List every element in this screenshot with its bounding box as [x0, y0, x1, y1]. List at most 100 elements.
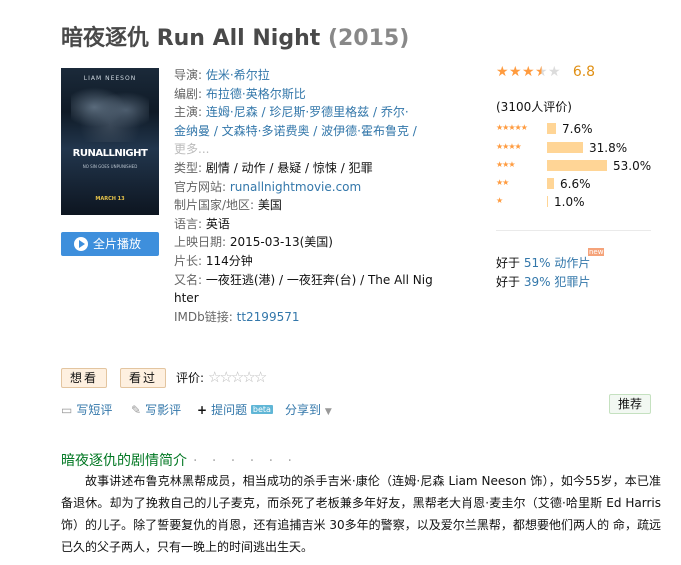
mini-stars-icon: ★★: [496, 178, 509, 187]
play-icon: [74, 237, 88, 251]
release-value: 2015-03-13(美国): [229, 235, 333, 250]
language-value: 英语: [205, 216, 230, 231]
synopsis-heading: 暗夜逐仇的剧情简介 · · · · · ·: [61, 450, 297, 470]
star-icon: ★: [522, 63, 535, 80]
director-label: 导演:: [174, 68, 203, 82]
better-than-row: 好于 39% 犯罪片: [496, 273, 590, 290]
rating-dist-row: ★★★★ 31.8%: [496, 141, 656, 155]
synopsis-title: 暗夜逐仇的剧情简介: [61, 453, 187, 469]
votes-count: (3100人评价): [496, 100, 572, 114]
movie-poster[interactable]: LIAM NEESON RUNALLNIGHT NO SIN GOES UNPU…: [61, 68, 159, 215]
rating-percent: 53.0%: [613, 159, 652, 173]
rating-dist-row: ★★ 6.6%: [496, 177, 656, 191]
pencil-icon: ✎: [131, 403, 142, 417]
rating-dist-row: ★★★ 53.0%: [496, 159, 656, 173]
runtime-value: 114分钟: [205, 253, 253, 268]
title-cn: 暗夜逐仇: [61, 26, 150, 51]
rate-star-2[interactable]: ☆: [219, 368, 233, 386]
rating-bar: [547, 123, 556, 134]
website-label: 官方网站:: [174, 179, 227, 194]
cast-label: 主演:: [174, 105, 203, 120]
poster-actor: LIAM NEESON: [83, 75, 137, 82]
recommend-button[interactable]: 推荐: [609, 394, 651, 414]
plus-icon: +: [197, 403, 208, 417]
rating-percent: 31.8%: [589, 141, 628, 155]
play-full-button[interactable]: 全片播放: [61, 232, 159, 256]
movie-info: 导演: 佐米·希尔拉 编剧: 布拉德·英格尔斯比 主演: 连姆·尼森 / 珍尼斯…: [174, 66, 433, 326]
votes-link[interactable]: (3100人评价): [496, 98, 572, 115]
poster-tagline: NO SIN GOES UNPUNISHED: [82, 164, 138, 169]
rating-bar: [547, 178, 554, 189]
mini-stars-icon: ★★★★★: [496, 123, 528, 132]
chevron-down-icon: ▼: [324, 407, 332, 417]
share-menu[interactable]: 分享到 ▼: [285, 401, 332, 418]
rating-bar: [547, 160, 607, 171]
poster-title: RUNALLNIGHT: [72, 148, 148, 159]
better-than-action-link[interactable]: 51% 动作片: [524, 256, 591, 270]
better-than-row: 好于 51% 动作片 new: [496, 248, 605, 271]
star-icon: ★: [496, 63, 509, 80]
rating-bar: [547, 142, 583, 153]
mini-stars-icon: ★: [496, 196, 503, 205]
language-label: 语言:: [174, 216, 203, 231]
write-review-link[interactable]: ✎ 写影评: [131, 401, 181, 418]
watched-button[interactable]: 看过: [120, 368, 167, 388]
rating-percent: 7.6%: [562, 122, 593, 136]
poster-figures: [71, 84, 149, 142]
new-badge: new: [588, 248, 605, 256]
writer-link[interactable]: 布拉德·英格尔斯比: [206, 87, 306, 101]
comment-icon: ▭: [61, 403, 73, 417]
better-prefix: 好于: [496, 275, 521, 289]
beta-badge: beta: [250, 405, 273, 414]
rate-star-4[interactable]: ☆: [242, 368, 256, 386]
poster-date: MARCH 13: [95, 196, 125, 202]
empty-star-icon: ★: [548, 63, 561, 80]
rating-percent: 6.6%: [560, 177, 591, 191]
better-prefix: 好于: [496, 256, 521, 270]
rating-summary: ★ ★ ★ ★ ★ 6.8: [496, 64, 656, 80]
rating-dist-row: ★★★★★ 7.6%: [496, 122, 656, 136]
cast-link-line2[interactable]: 金纳曼 / 文森特·多诺费奥 / 波伊德·霍布鲁克 /: [174, 124, 417, 138]
rate-star-3[interactable]: ☆: [231, 368, 245, 386]
ask-question-link[interactable]: + 提问题 beta: [197, 401, 273, 418]
cast-more-link[interactable]: 更多...: [174, 142, 209, 156]
want-to-watch-button[interactable]: 想看: [61, 368, 108, 388]
country-label: 制片国家/地区:: [174, 198, 255, 213]
mini-stars-icon: ★★★★: [496, 142, 522, 151]
aka-value-line2: hter: [174, 291, 199, 306]
synopsis-text: 故事讲述布鲁克林黑帮成员，相当成功的杀手吉米·康伦（连姆·尼森 Liam Nee…: [61, 474, 661, 554]
half-star-icon: ★: [535, 63, 548, 80]
rating-bar: [547, 196, 548, 207]
mini-stars-icon: ★★★: [496, 160, 515, 169]
genre-label: 类型:: [174, 160, 203, 175]
page-title: 暗夜逐仇 Run All Night (2015): [61, 20, 409, 52]
title-year: (2015): [327, 26, 410, 51]
aka-label: 又名:: [174, 272, 203, 287]
play-button-label: 全片播放: [93, 237, 142, 251]
imdb-label: IMDb链接:: [174, 309, 233, 324]
star-icon: ★: [509, 63, 522, 80]
rate-stars-input[interactable]: ☆☆☆☆☆: [208, 368, 268, 386]
heading-dots: · · · · · ·: [193, 453, 297, 469]
rate-star-1[interactable]: ☆: [208, 368, 222, 386]
release-label: 上映日期:: [174, 235, 227, 250]
imdb-link[interactable]: tt2199571: [237, 310, 300, 324]
better-than-crime-link[interactable]: 39% 犯罪片: [524, 275, 591, 289]
rating-stars: ★ ★ ★ ★ ★: [496, 63, 561, 80]
rate-star-5[interactable]: ☆: [254, 368, 268, 386]
cast-link-line1[interactable]: 连姆·尼森 / 珍尼斯·罗德里格兹 / 乔尔·: [206, 105, 409, 119]
title-en: Run All Night: [156, 26, 321, 51]
director-link[interactable]: 佐米·希尔拉: [206, 68, 270, 82]
rating-percent: 1.0%: [554, 195, 585, 209]
writer-label: 编剧:: [174, 86, 203, 101]
country-value: 美国: [257, 198, 282, 213]
write-short-review-link[interactable]: ▭ 写短评: [61, 401, 112, 418]
runtime-label: 片长:: [174, 253, 203, 268]
rating-score: 6.8: [572, 64, 596, 80]
rating-dist-row: ★ 1.0%: [496, 195, 656, 209]
divider: [496, 230, 651, 231]
genre-value: 剧情 / 动作 / 悬疑 / 惊悚 / 犯罪: [205, 160, 373, 175]
rate-label: 评价:: [176, 371, 205, 385]
aka-value-line1: 一夜狂逃(港) / 一夜狂奔(台) / The All Nig: [205, 272, 433, 287]
website-link[interactable]: runallnightmovie.com: [230, 180, 361, 194]
